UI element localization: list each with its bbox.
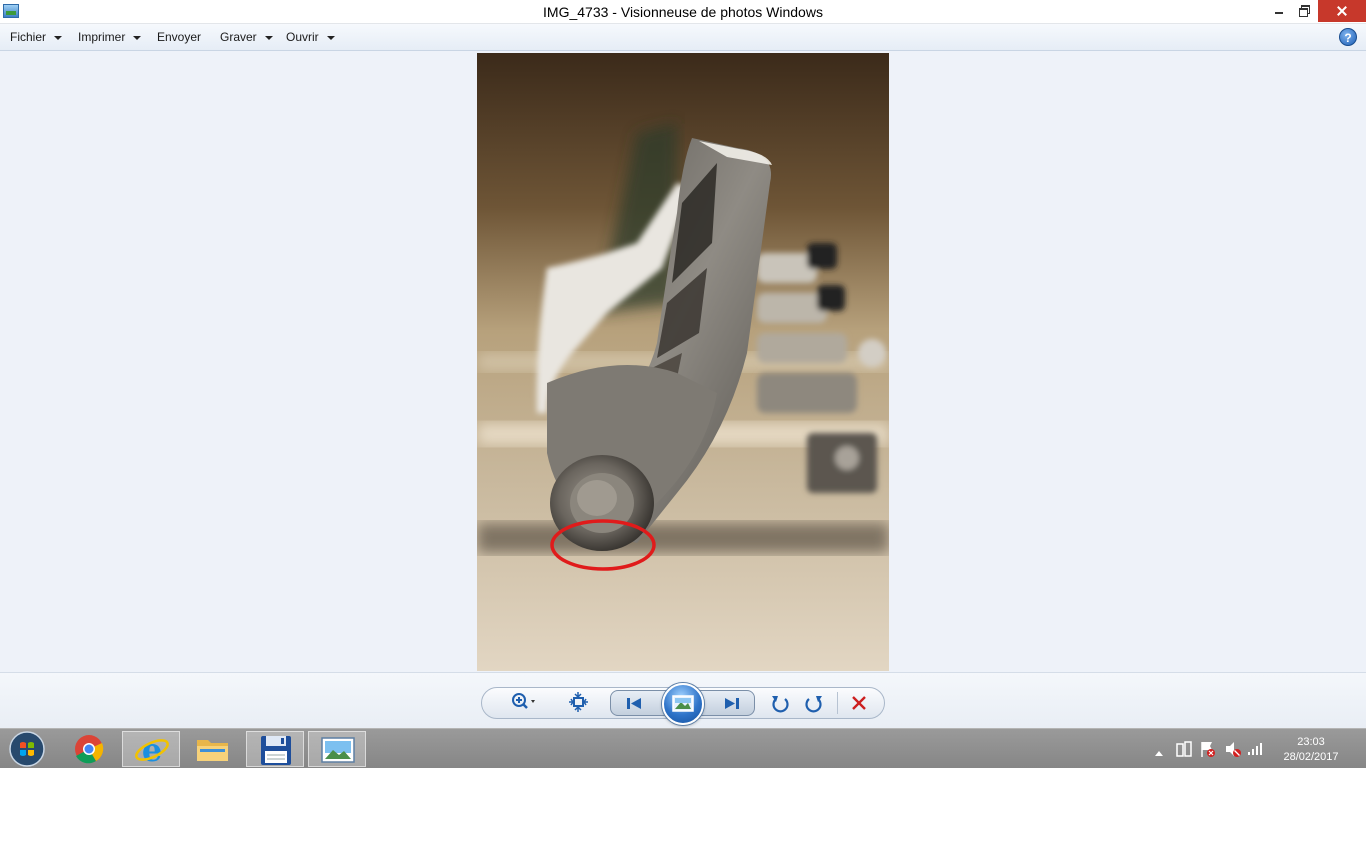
rotate-counterclockwise-icon [772,696,789,713]
restore-button[interactable] [1291,0,1317,22]
previous-button[interactable] [622,691,648,715]
delete-button[interactable] [846,691,872,715]
signal-icon[interactable] [1247,740,1265,761]
menu-imprimer[interactable]: Imprimer [78,30,142,44]
rotate-clockwise-icon [805,696,822,713]
chevron-up-icon [1155,751,1163,756]
rotate-clockwise-button[interactable] [801,691,827,715]
taskbar: e 23:03 28/02/2017 [0,728,1366,769]
chevron-down-icon [326,35,335,40]
taskbar-photo-viewer[interactable] [308,731,366,767]
speaker-muted-icon[interactable] [1224,740,1242,763]
taskbar-chrome[interactable] [60,731,118,767]
taskbar-internet-explorer[interactable]: e [122,731,180,769]
chevron-down-icon [264,35,273,40]
menu-envoyer[interactable]: Envoyer [157,30,201,44]
title-bar: IMG_4733 - Visionneuse de photos Windows [0,0,1366,24]
window-title: IMG_4733 - Visionneuse de photos Windows [543,4,823,20]
rotate-counterclockwise-button[interactable] [767,691,793,715]
windows-start-icon [9,731,45,767]
menu-graver[interactable]: Graver [220,30,273,44]
slideshow-button[interactable] [662,683,704,725]
menu-ouvrir[interactable]: Ouvrir [286,30,335,44]
delete-icon [852,696,866,710]
slideshow-icon [672,695,694,712]
start-button[interactable] [4,731,50,767]
displayed-photo [477,53,889,671]
chevron-down-icon [54,35,63,40]
chevron-down-icon [133,35,142,40]
photo-viewer-area [0,51,1366,672]
previous-icon [627,698,641,709]
menu-imprimer-label: Imprimer [78,30,126,44]
fit-to-window-button[interactable] [566,690,592,714]
menu-graver-label: Graver [220,30,257,44]
svg-text:e: e [142,732,162,768]
taskbar-file-explorer[interactable] [184,731,242,767]
menu-fichier[interactable]: Fichier [10,30,63,44]
internet-explorer-icon: e [135,731,169,769]
show-hidden-icons[interactable] [1154,744,1164,762]
menu-ouvrir-label: Ouvrir [286,30,319,44]
next-icon [725,698,739,709]
menu-envoyer-label: Envoyer [157,30,202,44]
signal-bars-icon [1248,743,1262,755]
control-bar [0,672,1366,728]
photo-viewer-icon[interactable] [3,4,19,18]
zoom-icon [512,693,535,709]
usb-glyph-icon [1176,741,1192,757]
minimize-button[interactable] [1266,0,1292,22]
empty-area [0,768,1366,852]
menu-bar: Fichier Imprimer Envoyer Graver Ouvrir ? [0,24,1366,51]
usb-icon[interactable] [1176,740,1192,763]
clock-date: 28/02/2017 [1283,751,1339,763]
chrome-icon [75,735,104,764]
fit-to-window-icon [569,692,588,712]
photo-viewer-icon [321,737,355,763]
photo-image [477,53,889,671]
taskbar-save-app[interactable] [246,731,304,767]
zoom-button[interactable] [509,690,535,714]
help-icon[interactable]: ? [1339,28,1357,46]
system-clock[interactable]: 23:03 28/02/2017 [1276,735,1346,765]
action-center-icon[interactable] [1200,740,1216,763]
volume-muted-icon [1226,742,1241,757]
save-disk-icon [261,736,291,765]
next-button[interactable] [718,691,744,715]
file-explorer-icon [197,740,228,761]
separator [837,692,838,714]
menu-fichier-label: Fichier [10,30,47,44]
clock-time: 23:03 [1297,736,1325,748]
close-button[interactable] [1318,0,1366,22]
flag-error-icon [1201,742,1215,757]
